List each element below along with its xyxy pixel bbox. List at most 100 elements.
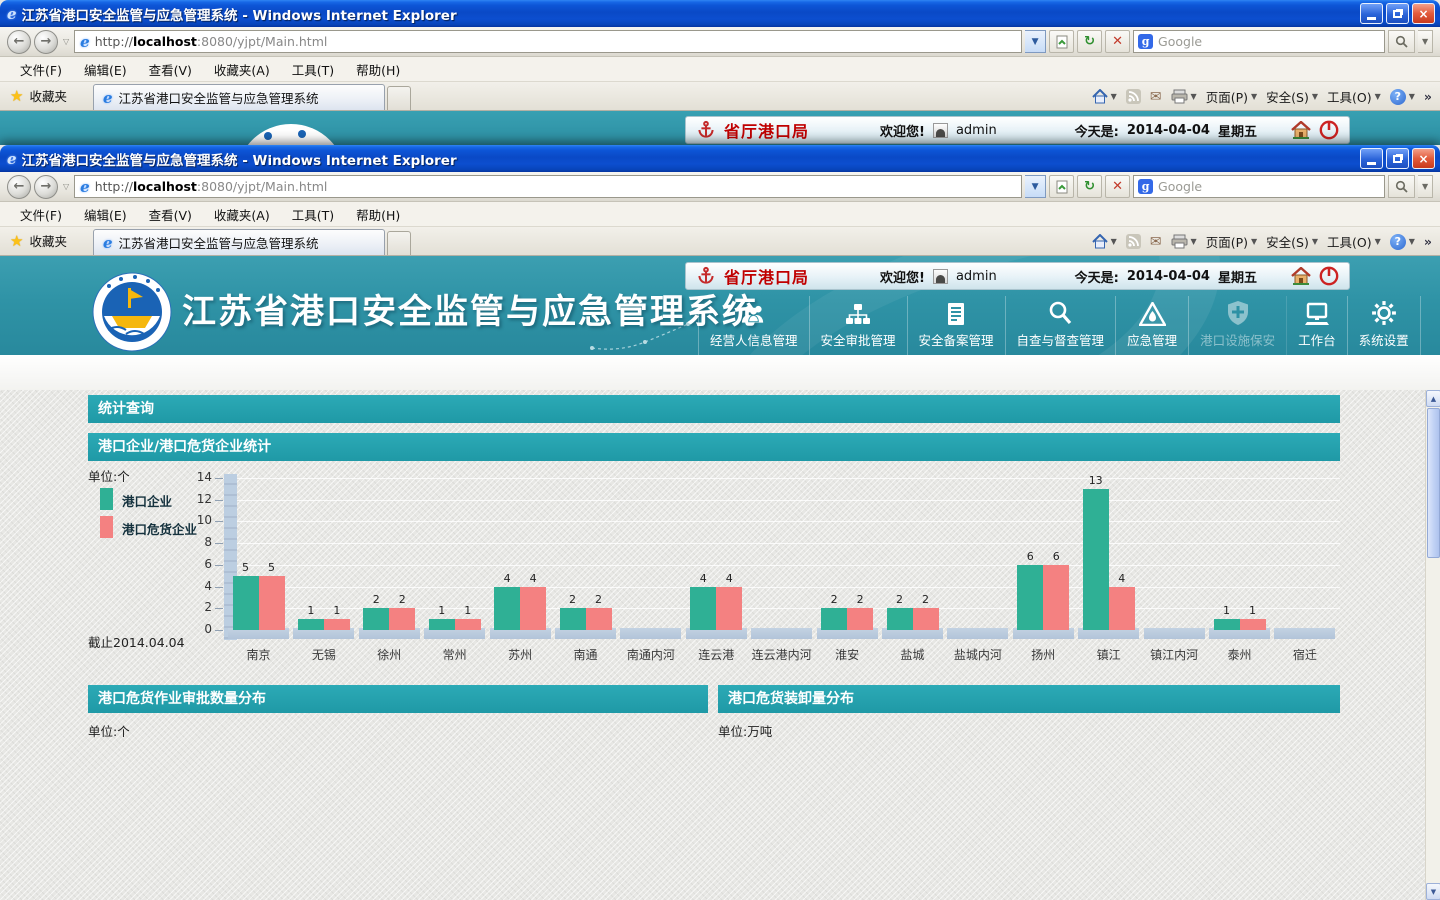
nav-item-operator-info[interactable]: 经营人信息管理 (698, 296, 810, 355)
menu-item-help[interactable]: 帮助(H) (346, 202, 410, 227)
url-field[interactable]: e http://localhost:8080/yjpt/Main.html (74, 30, 1022, 53)
nav-item-safety-filing[interactable]: 安全备案管理 (908, 296, 1006, 355)
menu-item-favorites[interactable]: 收藏夹(A) (204, 57, 280, 82)
search-button[interactable] (1388, 30, 1415, 53)
menu-item-edit[interactable]: 编辑(E) (74, 202, 137, 227)
browser-tab[interactable]: e 江苏省港口安全监管与应急管理系统 (93, 229, 385, 255)
menu-item-file[interactable]: 文件(F) (10, 57, 72, 82)
chart-bar (455, 619, 481, 630)
stop-button[interactable]: ✕ (1105, 175, 1130, 198)
browser-tab[interactable]: e 江苏省港口安全监管与应急管理系统 (93, 84, 385, 110)
address-dropdown[interactable]: ▼ (1025, 175, 1046, 198)
compatibility-button[interactable] (1049, 30, 1074, 53)
history-dropdown-icon[interactable]: ▽ (63, 182, 69, 191)
chart-tick-label: 2 (186, 600, 212, 614)
back-button[interactable]: ← (7, 175, 31, 199)
chart-platform (620, 628, 681, 639)
menu-item-favorites[interactable]: 收藏夹(A) (204, 202, 280, 227)
help-icon: ? (1390, 234, 1406, 250)
mail-button[interactable]: ✉ (1150, 89, 1162, 105)
menu-item-tools[interactable]: 工具(T) (282, 57, 344, 82)
user-icon (933, 269, 948, 284)
chart-bar (1043, 565, 1069, 630)
new-tab-stub[interactable] (387, 86, 411, 110)
home-icon[interactable] (1291, 267, 1311, 285)
scroll-up-button[interactable]: ▲ (1426, 390, 1440, 407)
forward-button[interactable]: → (34, 175, 58, 199)
compatibility-button[interactable] (1049, 175, 1074, 198)
restore-button[interactable] (1386, 148, 1409, 169)
chart-tick-label: 4 (186, 579, 212, 593)
page-menu[interactable]: 页面(P)▼ (1206, 87, 1257, 106)
menu-item-help[interactable]: 帮助(H) (346, 57, 410, 82)
refresh-button[interactable]: ↻ (1077, 175, 1102, 198)
chart-bar (389, 608, 415, 630)
nav-item-workbench[interactable]: 工作台 (1287, 296, 1348, 355)
search-button[interactable] (1388, 175, 1415, 198)
menu-bar: 文件(F) 编辑(E) 查看(V) 收藏夹(A) 工具(T) 帮助(H) (0, 57, 1440, 82)
scroll-down-button[interactable]: ▼ (1426, 883, 1440, 900)
nav-item-selfcheck-supervision[interactable]: 自查与督查管理 (1006, 296, 1117, 355)
search-options-caret[interactable]: ▼ (1418, 175, 1433, 198)
tools-menu[interactable]: 工具(O)▼ (1327, 87, 1381, 106)
minimize-button[interactable] (1360, 3, 1383, 24)
chart-tick-mark (215, 630, 223, 631)
nav-item-safety-approval[interactable]: 安全审批管理 (810, 296, 908, 355)
scroll-thumb[interactable] (1427, 408, 1440, 558)
search-input[interactable]: g Google (1133, 175, 1385, 198)
logout-icon[interactable] (1319, 120, 1339, 140)
menu-item-file[interactable]: 文件(F) (10, 202, 72, 227)
stop-button[interactable]: ✕ (1105, 30, 1130, 53)
back-button[interactable]: ← (7, 30, 31, 54)
feeds-button[interactable] (1126, 89, 1141, 104)
favorites-button[interactable]: ★ 收藏夹 (0, 231, 79, 255)
safety-menu[interactable]: 安全(S)▼ (1266, 87, 1318, 106)
overflow-chevron[interactable]: » (1424, 234, 1432, 249)
nav-item-emergency[interactable]: 应急管理 (1116, 296, 1189, 355)
nav-item-system-settings[interactable]: 系统设置 (1348, 296, 1421, 355)
title-bar[interactable]: e 江苏省港口安全监管与应急管理系统 - Windows Internet Ex… (0, 145, 1440, 172)
forward-button[interactable]: → (34, 30, 58, 54)
vertical-scrollbar[interactable]: ▲ ▼ (1425, 390, 1440, 900)
favorites-bar: ★ 收藏夹 e 江苏省港口安全监管与应急管理系统 ▼ ✉ ▼ (0, 82, 1440, 111)
help-menu[interactable]: ?▼ (1390, 234, 1415, 250)
page-menu[interactable]: 页面(P)▼ (1206, 232, 1257, 251)
print-button[interactable]: ▼ (1171, 89, 1197, 104)
history-dropdown-icon[interactable]: ▽ (63, 37, 69, 46)
home-button[interactable]: ▼ (1092, 234, 1117, 249)
chart-asof-label: 截止2014.04.04 (88, 632, 185, 651)
print-button[interactable]: ▼ (1171, 234, 1197, 249)
new-tab-stub[interactable] (387, 231, 411, 255)
chart-gridline (237, 565, 1340, 566)
close-button[interactable]: × (1412, 3, 1435, 24)
tools-menu[interactable]: 工具(O)▼ (1327, 232, 1381, 251)
command-bar: ▼ ✉ ▼ 页面(P)▼ 安全(S)▼ 工具(O)▼ ?▼ » (1092, 232, 1440, 255)
menu-item-view[interactable]: 查看(V) (139, 202, 202, 227)
menu-item-edit[interactable]: 编辑(E) (74, 57, 137, 82)
logout-icon[interactable] (1319, 266, 1339, 286)
favorites-button[interactable]: ★ 收藏夹 (0, 86, 79, 110)
overflow-chevron[interactable]: » (1424, 89, 1432, 104)
close-button[interactable]: × (1412, 148, 1435, 169)
mail-button[interactable]: ✉ (1150, 234, 1162, 250)
url-field[interactable]: e http://localhost:8080/yjpt/Main.html (74, 175, 1022, 198)
feeds-button[interactable] (1126, 234, 1141, 249)
chart-bar (1083, 489, 1109, 630)
home-button[interactable]: ▼ (1092, 89, 1117, 104)
legend-swatch-port-enterprise (100, 488, 113, 510)
search-input[interactable]: g Google (1133, 30, 1385, 53)
help-menu[interactable]: ?▼ (1390, 89, 1415, 105)
title-bar[interactable]: e 江苏省港口安全监管与应急管理系统 - Windows Internet Ex… (0, 0, 1440, 27)
refresh-button[interactable]: ↻ (1077, 30, 1102, 53)
nav-item-port-security[interactable]: 港口设施保安 (1189, 296, 1287, 355)
menu-item-tools[interactable]: 工具(T) (282, 202, 344, 227)
restore-button[interactable] (1386, 3, 1409, 24)
minimize-button[interactable] (1360, 148, 1383, 169)
home-icon[interactable] (1291, 121, 1311, 139)
chart-gridline (237, 587, 1340, 588)
search-options-caret[interactable]: ▼ (1418, 30, 1433, 53)
safety-menu[interactable]: 安全(S)▼ (1266, 232, 1318, 251)
address-dropdown[interactable]: ▼ (1025, 30, 1046, 53)
chart-bar (560, 608, 586, 630)
menu-item-view[interactable]: 查看(V) (139, 57, 202, 82)
